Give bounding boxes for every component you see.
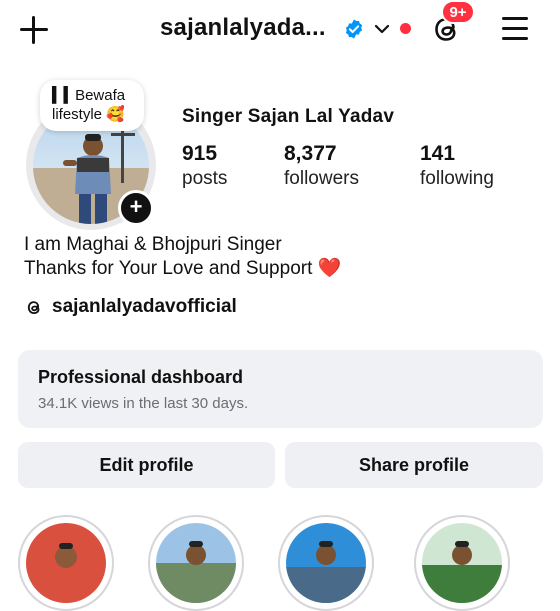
highlight-thumbnail bbox=[286, 523, 366, 603]
dashboard-subtitle: 34.1K views in the last 30 days. bbox=[38, 395, 249, 412]
dashboard-title: Professional dashboard bbox=[38, 367, 244, 387]
profile-username[interactable]: sajanlalyada... bbox=[160, 14, 326, 42]
followers-count[interactable]: 8,377 followers bbox=[284, 142, 359, 190]
display-name: Singer Sajan Lal Yadav bbox=[182, 106, 395, 127]
highlight-thumbnail bbox=[422, 523, 502, 603]
story-highlight[interactable] bbox=[414, 515, 510, 611]
create-plus-icon[interactable] bbox=[16, 12, 52, 48]
bio: I am Maghai & Bhojpuri Singer Thanks for… bbox=[24, 233, 341, 281]
story-highlight[interactable] bbox=[18, 515, 114, 611]
professional-dashboard-card[interactable]: Professional dashboard 34.1K views in th… bbox=[18, 350, 543, 428]
threads-handle: sajanlalyadavofficial bbox=[52, 296, 237, 317]
share-profile-button[interactable]: Share profile bbox=[285, 442, 543, 488]
threads-profile-link[interactable]: sajanlalyadavofficial bbox=[24, 296, 237, 318]
add-story-plus-icon[interactable]: + bbox=[118, 190, 154, 226]
highlight-thumbnail bbox=[26, 523, 106, 603]
story-highlight[interactable] bbox=[148, 515, 244, 611]
posts-label: posts bbox=[182, 168, 228, 189]
chevron-down-icon[interactable] bbox=[372, 20, 392, 38]
following-number: 141 bbox=[420, 142, 456, 165]
unread-dot bbox=[400, 23, 411, 34]
edit-profile-button[interactable]: Edit profile bbox=[18, 442, 275, 488]
highlight-thumbnail bbox=[156, 523, 236, 603]
threads-icon bbox=[27, 301, 40, 315]
note-bubble[interactable]: ▍▍Bewafa lifestyle 🥰 bbox=[40, 80, 144, 131]
bio-line-1: I am Maghai & Bhojpuri Singer bbox=[24, 234, 282, 255]
note-text-line1: ▍▍Bewafa bbox=[52, 87, 126, 104]
posts-number: 915 bbox=[182, 142, 218, 165]
notification-badge: 9+ bbox=[441, 0, 475, 24]
note-text-line2: lifestyle 🥰 bbox=[52, 106, 125, 123]
followers-label: followers bbox=[284, 168, 359, 189]
bio-line-2: Thanks for Your Love and Support ❤️ bbox=[24, 258, 342, 279]
posts-count[interactable]: 915 posts bbox=[182, 142, 227, 190]
followers-number: 8,377 bbox=[284, 142, 337, 165]
following-count[interactable]: 141 following bbox=[420, 142, 494, 190]
hamburger-menu-icon[interactable] bbox=[500, 14, 530, 42]
verified-badge-icon bbox=[345, 19, 363, 39]
story-highlight[interactable] bbox=[278, 515, 374, 611]
following-label: following bbox=[420, 168, 494, 189]
